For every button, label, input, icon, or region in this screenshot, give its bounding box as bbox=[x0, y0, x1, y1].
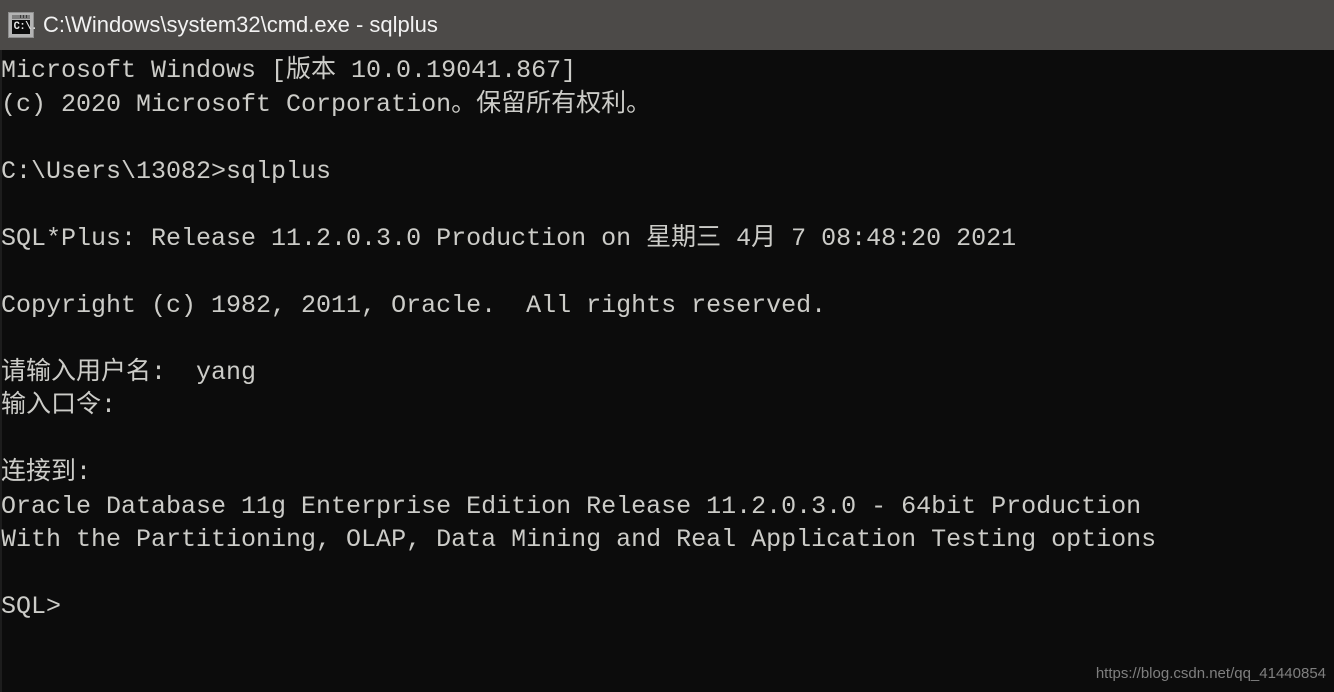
console-line-password-prompt: 输入口令: bbox=[1, 391, 117, 420]
console-line: Microsoft Windows [版本 10.0.19041.867] bbox=[1, 56, 577, 85]
console-output-area[interactable]: Microsoft Windows [版本 10.0.19041.867] (c… bbox=[0, 50, 1334, 692]
cmd-console-icon: C:\. bbox=[8, 12, 37, 38]
cmd-console-icon-screen: C:\. bbox=[12, 20, 37, 34]
console-line: (c) 2020 Microsoft Corporation。保留所有权利。 bbox=[1, 89, 652, 119]
window-title-text: C:\Windows\system32\cmd.exe - sqlplus bbox=[43, 12, 438, 37]
cmd-window: C:\. C:\Windows\system32\cmd.exe - sqlpl… bbox=[0, 0, 1334, 692]
console-line-copyright: Copyright (c) 1982, 2011, Oracle. All ri… bbox=[1, 290, 827, 320]
window-titlebar[interactable]: C:\. C:\Windows\system32\cmd.exe - sqlpl… bbox=[0, 0, 1334, 50]
console-line-sql-prompt: SQL> bbox=[1, 592, 62, 621]
console-line-connected-to: 连接到: bbox=[1, 458, 92, 487]
console-line-sqlplus-banner: SQL*Plus: Release 11.2.0.3.0 Production … bbox=[1, 223, 1017, 253]
console-left-edge bbox=[0, 50, 2, 692]
console-line-command-prompt: C:\Users\13082>sqlplus bbox=[1, 156, 332, 186]
cmd-console-icon-caption: C:\. bbox=[13, 20, 38, 33]
console-line-oracle-options: With the Partitioning, OLAP, Data Mining… bbox=[1, 525, 1157, 554]
console-line-oracle-edition: Oracle Database 11g Enterprise Edition R… bbox=[1, 491, 1142, 521]
console-line-username-prompt: 请输入用户名: yang bbox=[1, 357, 257, 387]
cmd-console-icon-dots bbox=[20, 15, 29, 18]
watermark-text: https://blog.csdn.net/qq_41440854 bbox=[1095, 665, 1326, 682]
